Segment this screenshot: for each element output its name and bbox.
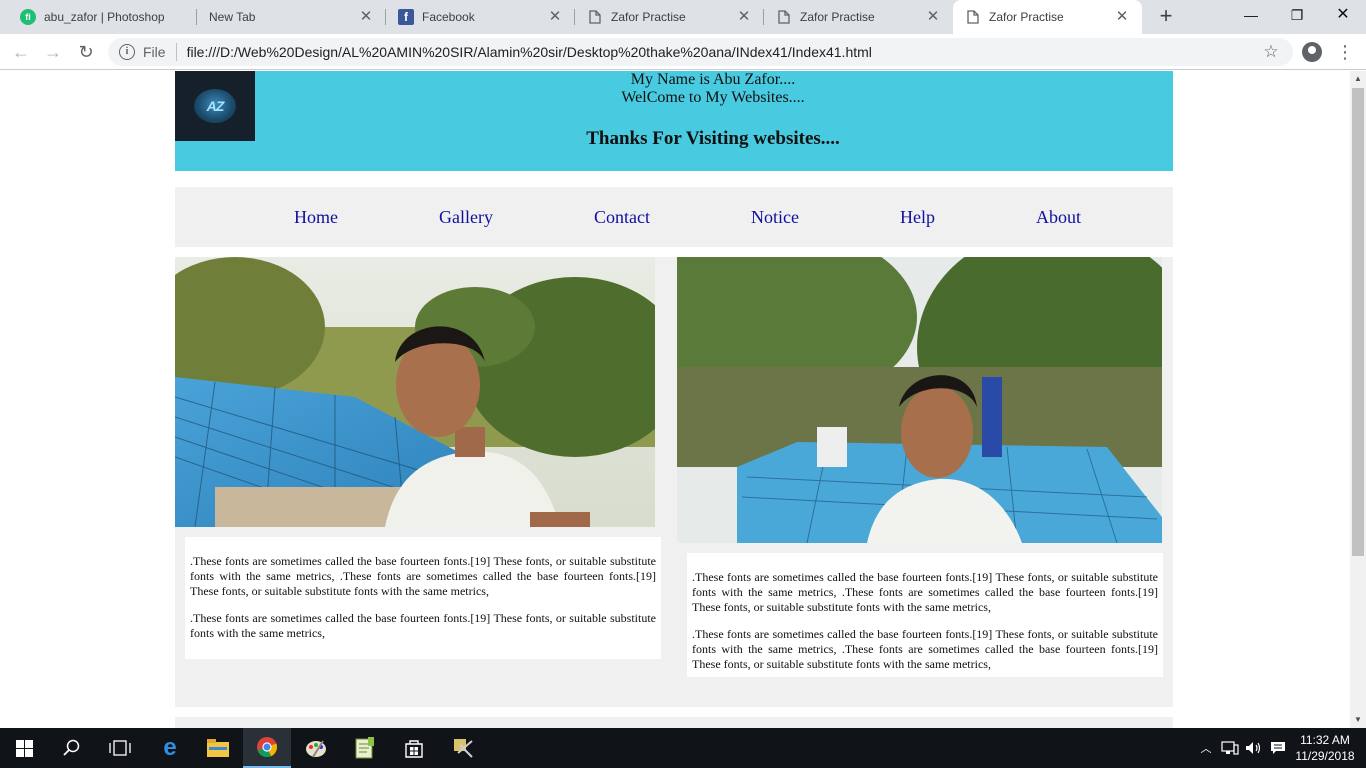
close-icon[interactable]: ✕	[547, 9, 563, 25]
gallery-photo-left	[175, 257, 655, 527]
paragraph: .These fonts are sometimes called the ba…	[692, 627, 1158, 671]
site-logo: AZ	[175, 71, 255, 141]
divider	[175, 43, 177, 61]
taskbar-clock[interactable]: 11:32 AM 11/29/2018	[1290, 732, 1360, 764]
tab-title: Zafor Practise	[800, 10, 875, 24]
scheme-label: File	[143, 44, 166, 60]
page-icon	[776, 9, 792, 25]
nav-home[interactable]: Home	[294, 207, 338, 228]
nav-about[interactable]: About	[1036, 207, 1081, 228]
tab-title: New Tab	[209, 10, 256, 24]
close-icon[interactable]: ✕	[358, 9, 374, 25]
nav-gallery[interactable]: Gallery	[439, 207, 493, 228]
new-tab-button[interactable]: +	[1155, 5, 1177, 28]
site-header: AZ My Name is Abu Zafor.... WelCome to M…	[175, 71, 1173, 171]
logo-emblem: AZ	[194, 89, 236, 123]
close-icon[interactable]: ✕	[1114, 9, 1130, 25]
nav-help[interactable]: Help	[900, 207, 935, 228]
tab-active[interactable]: Zafor Practise ✕	[953, 0, 1142, 34]
chrome-icon[interactable]	[243, 728, 291, 768]
fiverr-icon: fi	[20, 9, 36, 25]
window-close-button[interactable]: ✕	[1320, 0, 1366, 30]
tab-title: Zafor Practise	[989, 10, 1064, 24]
header-name: My Name is Abu Zafor....	[630, 71, 796, 88]
text-card-left: .These fonts are sometimes called the ba…	[185, 537, 661, 659]
profile-icon[interactable]	[1302, 42, 1322, 62]
info-icon[interactable]: i	[119, 44, 135, 60]
content-area: .These fonts are sometimes called the ba…	[175, 257, 1173, 707]
back-button[interactable]: ←	[10, 41, 32, 63]
scroll-up-icon[interactable]: ▲	[1350, 71, 1366, 87]
nav-contact[interactable]: Contact	[594, 207, 650, 228]
footer-section	[175, 717, 1173, 728]
gallery-photo-right	[677, 257, 1162, 543]
site-nav: Home Gallery Contact Notice Help About	[175, 187, 1173, 247]
notepad-plus-icon[interactable]	[341, 728, 389, 768]
network-icon[interactable]	[1220, 728, 1240, 768]
windows-taskbar: e ︿ 11:32 AM 11/29/2018	[0, 728, 1366, 768]
volume-icon[interactable]	[1244, 728, 1264, 768]
more-menu-icon[interactable]: ⋮	[1336, 41, 1354, 63]
reload-button[interactable]: ↻	[75, 41, 97, 63]
browser-toolbar: ← → ↻ i File file:///D:/Web%20Design/AL%…	[0, 34, 1366, 70]
address-bar[interactable]: i File file:///D:/Web%20Design/AL%20AMIN…	[108, 38, 1293, 66]
paragraph: .These fonts are sometimes called the ba…	[692, 570, 1158, 614]
file-explorer-icon[interactable]	[194, 728, 242, 768]
tab-5[interactable]: Zafor Practise ✕	[764, 0, 953, 34]
tab-title: abu_zafor | Photoshop	[44, 10, 165, 24]
tab-title: Zafor Practise	[611, 10, 686, 24]
search-icon[interactable]	[48, 728, 96, 768]
browser-tab-strip: fi abu_zafor | Photoshop New Tab ✕ f Fac…	[0, 0, 1366, 34]
scroll-down-icon[interactable]: ▼	[1350, 712, 1366, 728]
close-icon[interactable]: ✕	[736, 9, 752, 25]
page-viewport: AZ My Name is Abu Zafor.... WelCome to M…	[0, 71, 1350, 728]
paragraph: .These fonts are sometimes called the ba…	[190, 611, 656, 640]
notification-icon[interactable]	[1268, 728, 1288, 768]
windows-start-icon[interactable]	[0, 728, 48, 768]
scrollbar-thumb[interactable]	[1352, 88, 1364, 556]
url-text[interactable]: file:///D:/Web%20Design/AL%20AMIN%20SIR/…	[187, 44, 1261, 60]
bookmark-star-icon[interactable]: ☆	[1261, 42, 1281, 62]
restore-button[interactable]: ❐	[1274, 0, 1320, 30]
paragraph: .These fonts are sometimes called the ba…	[190, 554, 656, 598]
store-icon[interactable]	[390, 728, 438, 768]
tray-chevron-icon[interactable]: ︿	[1198, 728, 1214, 768]
clock-date: 11/29/2018	[1295, 749, 1355, 763]
forward-button[interactable]: →	[42, 41, 64, 63]
header-thanks: Thanks For Visiting websites....	[586, 128, 840, 149]
tab-4[interactable]: Zafor Practise ✕	[575, 0, 764, 34]
close-icon[interactable]: ✕	[925, 9, 941, 25]
header-welcome: WelCome to My Websites....	[621, 89, 805, 106]
page-icon	[965, 9, 981, 25]
page-scrollbar[interactable]: ▲ ▼	[1350, 71, 1366, 728]
tab-title: Facebook	[422, 10, 475, 24]
task-view-icon[interactable]	[96, 728, 144, 768]
edge-icon[interactable]: e	[146, 728, 194, 768]
tool-icon[interactable]	[439, 728, 487, 768]
tab-2[interactable]: New Tab ✕	[197, 0, 386, 34]
nav-notice[interactable]: Notice	[751, 207, 799, 228]
tab-1[interactable]: fi abu_zafor | Photoshop	[8, 0, 197, 34]
minimize-button[interactable]: —	[1228, 0, 1274, 30]
page-icon	[587, 9, 603, 25]
text-card-right: .These fonts are sometimes called the ba…	[687, 553, 1163, 677]
clock-time: 11:32 AM	[1300, 733, 1350, 747]
facebook-icon: f	[398, 9, 414, 25]
paint-icon[interactable]	[292, 728, 340, 768]
tab-3[interactable]: f Facebook ✕	[386, 0, 575, 34]
